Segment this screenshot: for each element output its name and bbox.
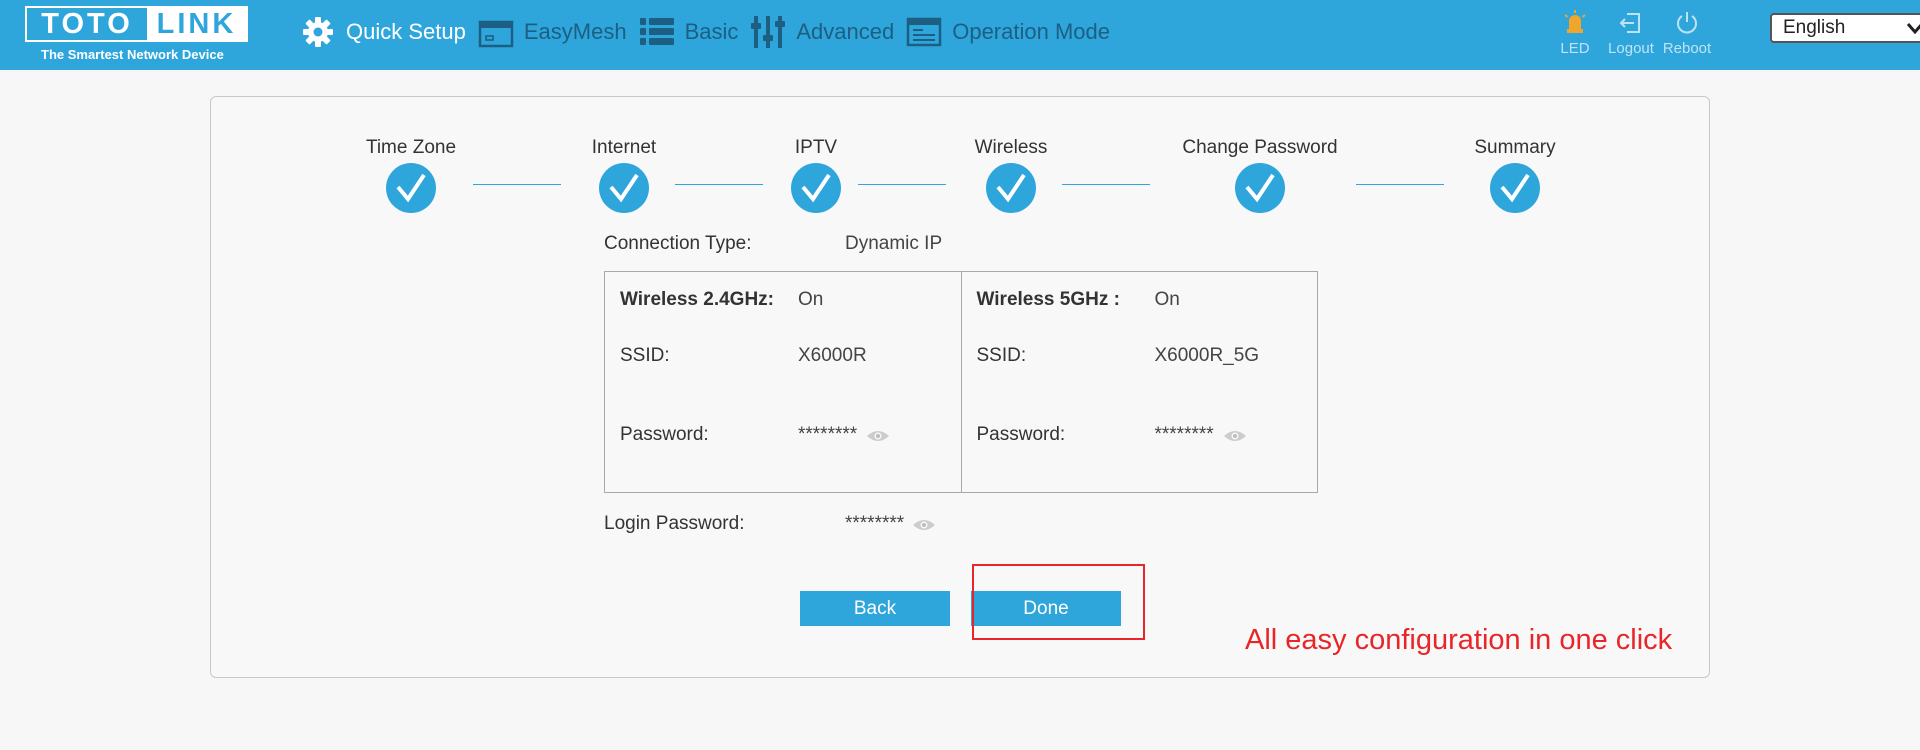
window-icon: [906, 14, 942, 50]
connection-type-value: Dynamic IP: [845, 233, 943, 254]
check-icon: [599, 163, 649, 213]
step-label: Summary: [1474, 137, 1556, 158]
reboot-button[interactable]: Reboot: [1660, 8, 1714, 57]
check-icon: [791, 163, 841, 213]
wireless-24-password: ********: [798, 424, 858, 445]
connection-type-label: Connection Type:: [604, 233, 752, 254]
nav-operation-mode[interactable]: Operation Mode: [906, 14, 1110, 50]
chevron-down-icon: [1902, 15, 1920, 41]
nav-label: Operation Mode: [952, 19, 1110, 44]
check-icon: [1235, 163, 1285, 213]
wireless-24-column: Wireless 2.4GHz: On SSID: X6000R Passwor…: [605, 272, 961, 492]
step-label: IPTV: [794, 137, 838, 158]
wireless-24-status: On: [798, 289, 824, 310]
logo-box: TOTO LINK: [25, 6, 248, 42]
logo-left-text: TOTO: [41, 7, 133, 40]
logout-button[interactable]: Logout: [1604, 8, 1658, 57]
wireless-summary-box: Wireless 2.4GHz: On SSID: X6000R Passwor…: [604, 271, 1318, 493]
nav-basic[interactable]: Basic: [639, 14, 739, 50]
done-highlight-box: [972, 564, 1145, 640]
led-icon: [1548, 8, 1602, 38]
step-iptv[interactable]: IPTV: [716, 137, 916, 213]
logout-icon: [1604, 8, 1658, 38]
logout-label: Logout: [1608, 40, 1654, 57]
eye-icon[interactable]: [866, 429, 890, 443]
wireless-5-password: ********: [1154, 424, 1214, 445]
login-password-label: Login Password:: [604, 513, 745, 534]
wireless-5-ssid-label: SSID:: [976, 345, 1027, 366]
login-password-value: ********: [845, 513, 905, 534]
wireless-24-ssid-label: SSID:: [620, 345, 670, 366]
annotation-text: All easy configuration in one click: [1245, 624, 1673, 656]
nav-label: Advanced: [796, 19, 895, 44]
check-icon: [1490, 163, 1540, 213]
language-select[interactable]: English: [1770, 13, 1920, 43]
step-summary[interactable]: Summary: [1415, 137, 1615, 213]
language-selected: English: [1783, 17, 1846, 38]
nav-advanced[interactable]: Advanced: [750, 14, 894, 50]
logo-tagline: The Smartest Network Device: [41, 47, 224, 62]
eye-icon[interactable]: [1223, 429, 1247, 443]
logo-right-text: LINK: [147, 8, 246, 40]
nav-easymesh[interactable]: EasyMesh: [478, 14, 627, 50]
check-icon: [986, 163, 1036, 213]
wireless-24-ssid: X6000R: [798, 345, 867, 366]
wireless-5-password-label: Password:: [976, 424, 1066, 445]
wireless-5-status: On: [1154, 289, 1180, 310]
gear-icon: [300, 14, 336, 50]
step-change-password[interactable]: Change Password: [1160, 137, 1360, 213]
wireless-24-title: Wireless 2.4GHz:: [620, 289, 775, 310]
led-button[interactable]: LED: [1548, 8, 1602, 57]
nav-label: EasyMesh: [523, 19, 627, 44]
power-icon: [1660, 8, 1714, 38]
wireless-5-column: Wireless 5GHz : On SSID: X6000R_5G Passw…: [960, 272, 1318, 492]
reboot-label: Reboot: [1662, 40, 1712, 57]
led-label: LED: [1560, 40, 1590, 57]
nav-quick-setup[interactable]: Quick Setup: [300, 14, 466, 50]
top-actions: LED Logout Reboot: [1548, 8, 1716, 57]
quick-setup-panel: Time Zone Internet IPTV Wireless Change …: [210, 96, 1710, 678]
step-internet[interactable]: Internet: [524, 137, 724, 213]
step-label: Change Password: [1182, 137, 1338, 158]
sliders-icon: [750, 14, 786, 50]
check-icon: [386, 163, 436, 213]
step-label: Internet: [591, 137, 657, 158]
nav-label: Basic: [684, 19, 739, 44]
nav-label: Quick Setup: [346, 19, 466, 44]
back-button[interactable]: Back: [800, 591, 950, 626]
wireless-5-title: Wireless 5GHz :: [976, 289, 1120, 310]
step-wireless[interactable]: Wireless: [911, 137, 1111, 213]
wireless-5-ssid: X6000R_5G: [1154, 345, 1260, 366]
eye-icon[interactable]: [912, 518, 936, 532]
main-nav: Quick Setup EasyMesh Basic Advanced Oper…: [300, 0, 1122, 64]
router-icon: [478, 14, 514, 50]
top-bar: TOTO LINK The Smartest Network Device Qu…: [0, 0, 1920, 70]
wireless-24-password-label: Password:: [620, 424, 709, 445]
step-time-zone[interactable]: Time Zone: [311, 137, 511, 213]
step-label: Wireless: [974, 137, 1048, 158]
list-icon: [639, 14, 675, 50]
brand-logo[interactable]: TOTO LINK The Smartest Network Device: [25, 6, 250, 66]
step-label: Time Zone: [365, 137, 457, 158]
